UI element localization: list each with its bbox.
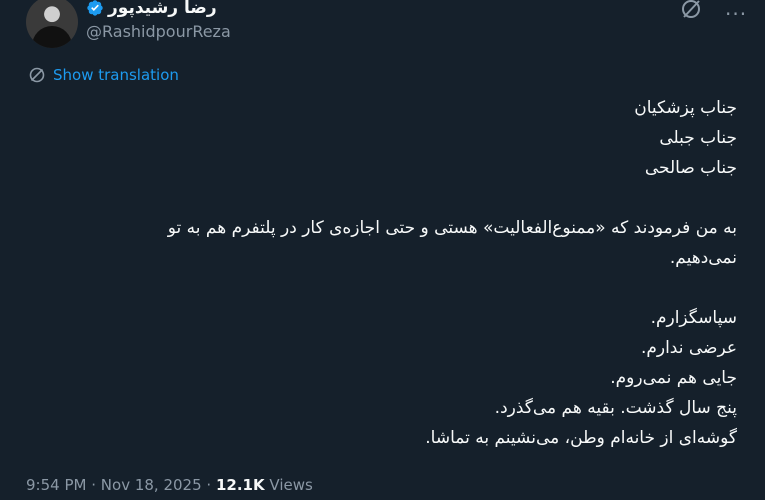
verified-badge-icon[interactable] [86,0,104,17]
tweet-line: جناب جبلی [659,128,737,148]
tweet-time[interactable]: 9:54 PM [26,476,86,494]
tweet-meta: 9:54 PM · Nov 18, 2025 · 12.1K Views [26,476,313,494]
views-label: Views [269,476,313,494]
author-name-row: رضا رشیدپور [86,0,217,18]
display-name[interactable]: رضا رشیدپور [108,0,217,18]
tweet-line: جناب پزشکیان [634,98,737,118]
tweet-line: گوشه‌ای از خانه‌ام وطن، می‌نشینم به تماش… [425,428,737,448]
tweet-line: جناب صالحی [644,158,737,178]
avatar[interactable] [26,0,78,48]
views-count: 12.1K [215,476,265,494]
author-handle[interactable]: @RashidpourReza [86,22,231,41]
meta-separator: · [91,476,97,494]
meta-separator: · [206,476,212,494]
tweet-line: به من فرمودند که «ممنوع‌الفعالیت» هستی و… [167,218,737,238]
more-options-button[interactable]: ··· [725,2,747,26]
tweet-line: جایی هم نمی‌روم. [610,368,737,388]
tweet-header: رضا رشیدپور @RashidpourReza ··· [0,0,765,50]
tweet-line: عرضی ندارم. [640,338,737,358]
slashed-circle-icon[interactable] [678,0,704,22]
show-translation-label: Show translation [53,66,179,84]
tweet-date[interactable]: Nov 18, 2025 [101,476,202,494]
tweet-line: سپاسگزارم. [650,308,737,328]
translate-icon [29,67,45,83]
show-translation-link[interactable]: Show translation [28,66,179,84]
tweet-line: پنج سال گذشت. بقیه هم می‌گذرد. [494,398,737,418]
avatar-silhouette [32,26,72,48]
tweet-body: جناب پزشکیان جناب جبلی جناب صالحی به من … [37,93,737,453]
tweet-line: نمی‌دهیم. [669,248,737,268]
